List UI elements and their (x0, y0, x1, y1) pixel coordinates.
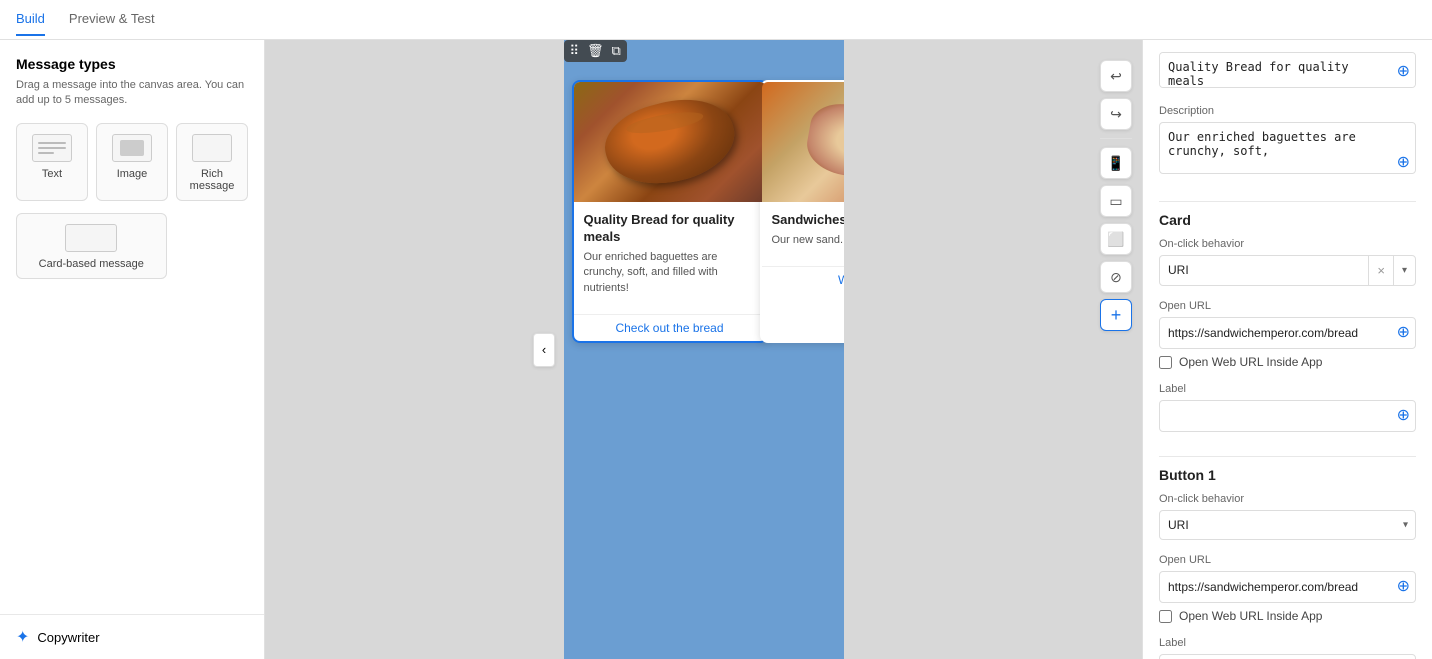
open-url-label: Open URL (1159, 300, 1416, 312)
title-plus-icon[interactable]: ⊕ (1397, 64, 1410, 80)
uri-value: URI (1160, 256, 1368, 285)
description-label: Description (1159, 105, 1416, 117)
undo-button[interactable]: ↩ (1100, 60, 1132, 92)
on-click-dropdown-icon[interactable]: ▾ (1393, 256, 1415, 285)
card-toolbar: ⠿ 🗑 ⧉ (564, 40, 627, 62)
sidebar-description: Drag a message into the canvas area. You… (16, 78, 248, 109)
tablet-small-view-button[interactable]: ▭ (1100, 185, 1132, 217)
chevron-left-icon: ‹ (542, 342, 546, 357)
card-1-title: Quality Bread for quality meals (584, 212, 756, 246)
card-1-link[interactable]: Check out the bread (574, 314, 766, 341)
duplicate-icon[interactable]: ⧉ (612, 43, 621, 59)
button1-section-title: Button 1 (1159, 467, 1416, 483)
message-type-image[interactable]: Image (96, 123, 168, 201)
collapse-sidebar-button[interactable]: ‹ (533, 333, 555, 367)
title-input[interactable] (1159, 52, 1416, 88)
description-field: Description ⊕ (1159, 105, 1416, 177)
hide-button[interactable]: ⊘ (1100, 261, 1132, 293)
right-sidebar: ⊕ // Set textarea value after render doc… (1142, 40, 1432, 659)
button1-url-field: Open URL ⊕ Open Web URL Inside App (1159, 554, 1416, 623)
description-input[interactable] (1159, 122, 1416, 174)
open-url-plus-icon[interactable]: ⊕ (1397, 325, 1410, 341)
canvas-area: ‹ ⠿ 🗑 ⧉ (265, 40, 1142, 659)
card-section-title: Card (1159, 212, 1416, 228)
add-element-button[interactable]: + (1100, 299, 1132, 331)
card-1-desc: Our enriched baguettes are crunchy, soft… (584, 250, 756, 296)
label-field: Label ⊕ (1159, 383, 1416, 432)
button1-url-label: Open URL (1159, 554, 1416, 566)
card-2-link[interactable]: Weekly (762, 266, 844, 293)
mobile-view-button[interactable]: 📱 (1100, 147, 1132, 179)
button1-url-input[interactable] (1159, 571, 1416, 603)
sidebar-title: Message types (16, 56, 248, 72)
copywriter-icon: ✦ (16, 627, 29, 647)
button1-label-field-label: Label (1159, 637, 1416, 649)
add-icon: + (1111, 305, 1122, 326)
message-type-text-label: Text (42, 168, 62, 180)
button1-label-field: Label ⊕ (1159, 637, 1416, 659)
canvas-toolbar: ↩ ↪ 📱 ▭ ⬜ ⊘ + (1100, 60, 1132, 331)
redo-icon: ↪ (1110, 106, 1122, 123)
open-web-url-row: Open Web URL Inside App (1159, 355, 1416, 369)
button1-label-input[interactable] (1159, 654, 1416, 659)
open-url-input[interactable] (1159, 317, 1416, 349)
tab-preview[interactable]: Preview & Test (69, 3, 155, 36)
tablet-small-icon: ▭ (1109, 193, 1122, 210)
tablet-view-button[interactable]: ⬜ (1100, 223, 1132, 255)
open-web-url-checkbox[interactable] (1159, 356, 1172, 369)
tab-build[interactable]: Build (16, 3, 45, 36)
left-sidebar: Message types Drag a message into the ca… (0, 40, 265, 659)
button1-open-web-row: Open Web URL Inside App (1159, 609, 1416, 623)
card-1: Quality Bread for quality meals Our enri… (572, 80, 768, 343)
label-field-label: Label (1159, 383, 1416, 395)
card-2: Sandwiches of the week Our new sand... d… (760, 80, 844, 343)
message-type-image-label: Image (117, 168, 148, 180)
button1-open-web-label: Open Web URL Inside App (1179, 609, 1322, 623)
button1-open-web-checkbox[interactable] (1159, 610, 1172, 623)
message-type-card-label: Card-based message (39, 258, 144, 270)
description-plus-icon[interactable]: ⊕ (1397, 155, 1410, 171)
on-click-field: On-click behavior URI × ▾ (1159, 238, 1416, 286)
message-type-card[interactable]: Card-based message (16, 213, 167, 279)
title-field: ⊕ (1159, 52, 1416, 91)
open-url-field: Open URL ⊕ Open Web URL Inside App (1159, 300, 1416, 369)
divider-2 (1159, 456, 1416, 457)
phone-mockup: ⠿ 🗑 ⧉ Quality Bread for quality meals (564, 40, 844, 659)
mobile-icon: 📱 (1107, 155, 1124, 172)
message-type-rich-label: Rich message (183, 168, 241, 192)
label-plus-icon[interactable]: ⊕ (1397, 408, 1410, 424)
divider-1 (1159, 201, 1416, 202)
move-icon[interactable]: ⠿ (570, 43, 580, 59)
redo-button[interactable]: ↪ (1100, 98, 1132, 130)
button1-on-click-label: On-click behavior (1159, 493, 1416, 505)
tablet-icon: ⬜ (1107, 231, 1124, 248)
card-2-desc: Our new sand... day fresh! (772, 233, 844, 248)
delete-icon[interactable]: 🗑 (587, 43, 604, 59)
button1-on-click-field: On-click behavior URI ▾ (1159, 493, 1416, 540)
button1-url-plus-icon[interactable]: ⊕ (1397, 579, 1410, 595)
open-web-url-label: Open Web URL Inside App (1179, 355, 1322, 369)
undo-icon: ↩ (1110, 68, 1122, 85)
message-type-rich[interactable]: Rich message (176, 123, 248, 201)
card-2-title: Sandwiches of the week (772, 212, 844, 229)
top-nav: Build Preview & Test (0, 0, 1432, 40)
hide-icon: ⊘ (1110, 269, 1122, 286)
copywriter-label: Copywriter (37, 630, 99, 645)
button1-on-click-select[interactable]: URI (1159, 510, 1416, 540)
message-type-text[interactable]: Text (16, 123, 88, 201)
on-click-clear-button[interactable]: × (1368, 256, 1393, 285)
label-input[interactable] (1159, 400, 1416, 432)
on-click-label: On-click behavior (1159, 238, 1416, 250)
